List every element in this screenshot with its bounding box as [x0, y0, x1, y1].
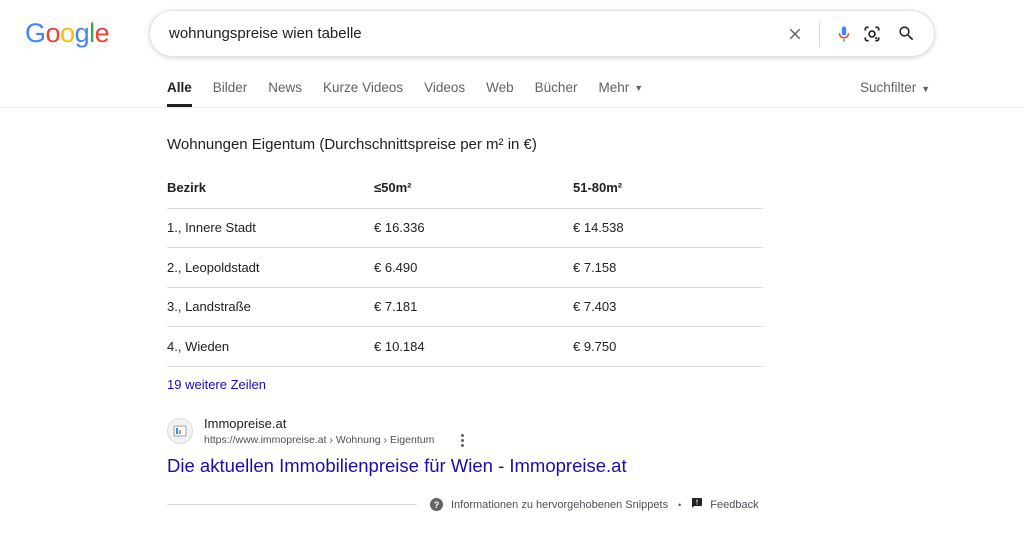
logo-letter: g [74, 18, 90, 48]
search-box-divider [819, 20, 820, 47]
tab-label: Mehr [598, 80, 630, 95]
footer-divider [167, 504, 417, 505]
table-header-row: Bezirk ≤50m² 51-80m² [167, 168, 763, 209]
price-table: Bezirk ≤50m² 51-80m² 1., Innere Stadt € … [167, 168, 763, 367]
tab-label: Web [486, 80, 514, 95]
logo-letter: e [94, 18, 110, 48]
search-tools-button[interactable]: Suchfilter ▼ [860, 80, 930, 95]
tab-web[interactable]: Web [486, 80, 514, 107]
table-row: 4., Wieden € 10.184 € 9.750 [167, 326, 763, 367]
source-site-name[interactable]: Immopreise.at [204, 416, 286, 431]
search-tabs: Alle Bilder News Kurze Videos Videos Web… [167, 80, 664, 107]
tab-label: Bücher [534, 80, 578, 95]
mic-icon[interactable] [830, 20, 858, 48]
tab-label: Bilder [212, 80, 248, 95]
column-header: ≤50m² [374, 168, 573, 209]
table-cell: 1., Innere Stadt [167, 208, 374, 248]
table-cell: € 10.184 [374, 326, 573, 367]
site-favicon-icon[interactable] [167, 418, 193, 444]
table-row: 2., Leopoldstadt € 6.490 € 7.158 [167, 247, 763, 288]
table-cell: € 7.403 [573, 287, 763, 327]
search-box[interactable]: wohnungspreise wien tabelle [149, 10, 935, 57]
table-cell: € 14.538 [573, 208, 763, 248]
more-rows-link[interactable]: 19 weitere Zeilen [167, 377, 266, 392]
table-cell: 4., Wieden [167, 326, 374, 367]
source-url[interactable]: https://www.immopreise.at › Wohnung › Ei… [204, 434, 434, 446]
caret-down-icon: ▼ [921, 84, 931, 94]
logo-letter: o [60, 18, 75, 48]
tab-kurze-videos[interactable]: Kurze Videos [323, 80, 403, 107]
table-cell: € 6.490 [374, 247, 573, 288]
tab-label: Alle [167, 80, 192, 95]
snippet-info-link[interactable]: Informationen zu hervorgehobenen Snippet… [451, 499, 668, 511]
help-icon: ? [430, 498, 443, 511]
google-logo[interactable]: Google [25, 18, 110, 49]
table-row: 1., Innere Stadt € 16.336 € 14.538 [167, 208, 763, 248]
snippet-title: Wohnungen Eigentum (Durchschnittspreise … [167, 136, 537, 153]
table-cell: € 16.336 [374, 208, 573, 248]
tab-bilder[interactable]: Bilder [213, 80, 248, 107]
footer-separator: • [678, 499, 682, 510]
tab-label: Kurze Videos [323, 80, 404, 95]
feedback-link[interactable]: Feedback [710, 499, 758, 511]
tab-videos[interactable]: Videos [424, 80, 465, 107]
clear-icon[interactable] [781, 20, 809, 48]
tab-alle[interactable]: Alle [167, 80, 192, 107]
search-icon[interactable] [892, 20, 920, 48]
logo-letter: G [25, 18, 46, 48]
table-cell: € 9.750 [573, 326, 763, 367]
table-cell: € 7.158 [573, 247, 763, 288]
logo-letter: o [45, 18, 61, 48]
caret-down-icon: ▼ [634, 83, 644, 93]
tabs-divider [0, 107, 1024, 108]
column-header: Bezirk [167, 168, 374, 209]
tab-buecher[interactable]: Bücher [535, 80, 578, 107]
snippet-footer: ? Informationen zu hervorgehobenen Snipp… [430, 497, 759, 512]
search-box-actions [781, 20, 920, 48]
tab-label: News [268, 80, 303, 95]
camera-lens-icon[interactable] [858, 20, 886, 48]
tab-news[interactable]: News [268, 80, 302, 107]
tab-label: Videos [424, 80, 466, 95]
table-row: 3., Landstraße € 7.181 € 7.403 [167, 287, 763, 327]
column-header: 51-80m² [573, 168, 763, 209]
tab-mehr[interactable]: Mehr ▼ [598, 80, 643, 107]
table-cell: 2., Leopoldstadt [167, 247, 374, 288]
search-input[interactable]: wohnungspreise wien tabelle [169, 25, 781, 42]
more-options-icon[interactable] [456, 432, 468, 448]
result-title-link[interactable]: Die aktuellen Immobilienpreise für Wien … [167, 455, 627, 477]
table-cell: € 7.181 [374, 287, 573, 327]
table-cell: 3., Landstraße [167, 287, 374, 327]
search-tools-label: Suchfilter [860, 80, 917, 95]
feedback-icon [691, 497, 703, 512]
